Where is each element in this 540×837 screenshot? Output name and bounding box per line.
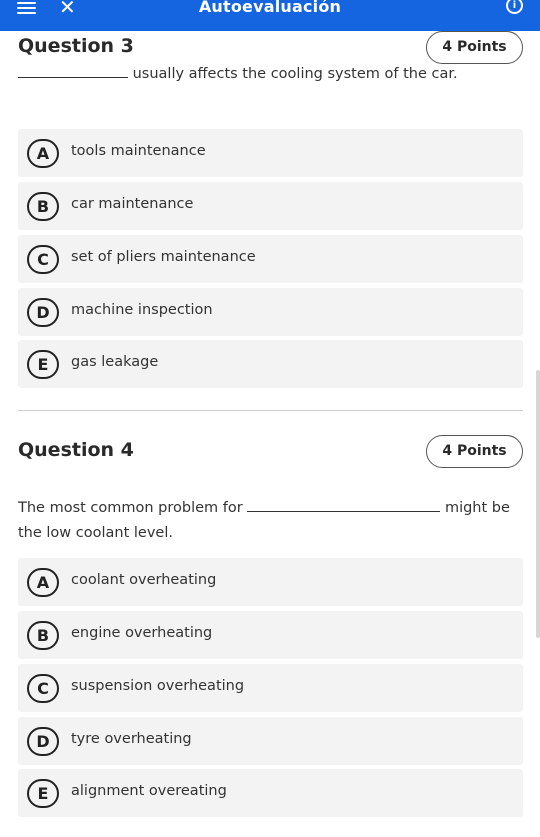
option-label: engine overheating <box>71 625 213 641</box>
option-letter: C <box>27 674 59 703</box>
option-letter: B <box>27 621 59 650</box>
question-text-before: The most common problem for <box>18 500 243 516</box>
option-letter: A <box>27 568 59 597</box>
option-letter: D <box>27 298 59 327</box>
option-d[interactable]: D tyre overheating <box>18 717 523 765</box>
option-letter: B <box>27 192 59 221</box>
page-title: Autoevaluación <box>198 0 342 16</box>
option-a[interactable]: A coolant overheating <box>18 558 523 606</box>
question-4-text: The most common problem for might be the… <box>18 496 523 546</box>
scrollbar[interactable] <box>536 370 540 638</box>
option-label: tools maintenance <box>71 143 206 159</box>
option-b[interactable]: B car maintenance <box>18 182 523 230</box>
top-app-bar: ✕ Autoevaluación i <box>0 0 540 31</box>
answer-blank <box>247 498 441 512</box>
question-3-text: usually affects the cooling system of th… <box>18 62 523 87</box>
option-e[interactable]: E alignment overeating <box>18 769 523 817</box>
answer-blank <box>18 64 128 78</box>
option-label: set of pliers maintenance <box>71 249 256 265</box>
option-label: tyre overheating <box>71 731 192 747</box>
question-title: Question 4 <box>18 439 134 461</box>
option-letter: C <box>27 245 59 274</box>
option-d[interactable]: D machine inspection <box>18 288 523 336</box>
question-text: usually affects the cooling system of th… <box>132 66 458 82</box>
option-label: machine inspection <box>71 302 213 318</box>
option-b[interactable]: B engine overheating <box>18 611 523 659</box>
divider <box>18 410 523 411</box>
question-header: Question 3 4 Points <box>18 31 523 65</box>
option-letter: E <box>27 779 59 808</box>
option-letter: E <box>27 350 59 379</box>
option-e[interactable]: E gas leakage <box>18 340 523 388</box>
points-badge: 4 Points <box>426 31 523 64</box>
option-label: gas leakage <box>71 354 159 370</box>
question-title: Question 3 <box>18 35 134 57</box>
question-header: Question 4 4 Points <box>18 435 523 469</box>
option-c[interactable]: C set of pliers maintenance <box>18 235 523 283</box>
option-label: suspension overheating <box>71 678 245 694</box>
option-letter: D <box>27 727 59 756</box>
option-label: coolant overheating <box>71 572 217 588</box>
question-3: Question 3 4 Points <box>18 31 523 65</box>
points-badge: 4 Points <box>426 435 523 468</box>
option-label: alignment overeating <box>71 783 227 799</box>
option-a[interactable]: A tools maintenance <box>18 129 523 177</box>
option-letter: A <box>27 139 59 168</box>
option-c[interactable]: C suspension overheating <box>18 664 523 712</box>
question-4: Question 4 4 Points <box>18 435 523 469</box>
option-label: car maintenance <box>71 196 194 212</box>
